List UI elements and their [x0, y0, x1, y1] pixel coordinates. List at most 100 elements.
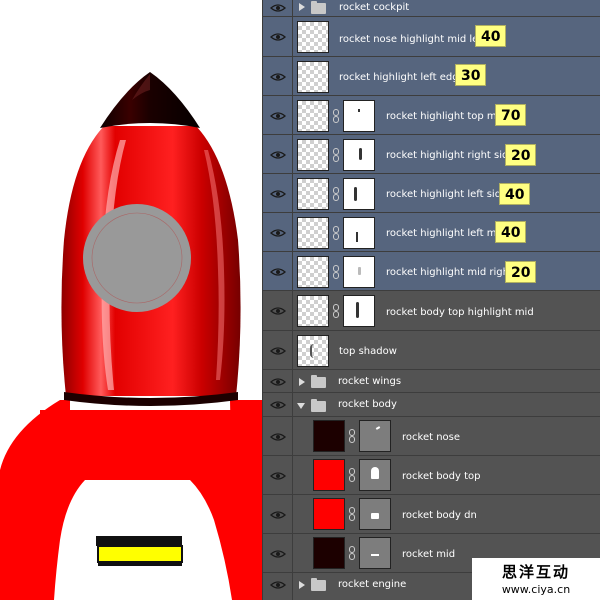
eye-icon[interactable]: [270, 471, 286, 481]
eye-icon[interactable]: [270, 346, 286, 356]
layers-panel: rocket cockpit rocket nose highlight mid…: [262, 0, 600, 600]
layer-name: rocket cockpit: [339, 2, 410, 13]
opacity-note-badge: 20: [505, 261, 537, 283]
link-chain-icon[interactable]: [333, 265, 339, 279]
layer-name: rocket engine: [338, 579, 407, 590]
layer-rocket-highlight-left-edge[interactable]: rocket highlight left edge 30: [263, 57, 600, 96]
layer-name: rocket body top highlight mid: [386, 307, 534, 318]
link-chain-icon[interactable]: [333, 187, 339, 201]
layer-rocket-highlight-mid-right[interactable]: rocket highlight mid right 20: [263, 252, 600, 291]
layer-thumbnail: [297, 21, 329, 53]
layer-name: rocket highlight left side: [386, 189, 508, 200]
eye-icon[interactable]: [270, 400, 286, 410]
eye-icon[interactable]: [270, 580, 286, 590]
vector-mask-thumbnail[interactable]: [359, 459, 391, 491]
folder-icon: [311, 1, 326, 14]
opacity-note-badge: 40: [475, 25, 507, 47]
eye-icon[interactable]: [270, 111, 286, 121]
layer-group-rocket-body[interactable]: rocket body: [263, 393, 600, 417]
layer-rocket-highlight-right-side[interactable]: rocket highlight right side 20: [263, 135, 600, 174]
link-chain-icon[interactable]: [333, 109, 339, 123]
link-chain-icon[interactable]: [349, 468, 355, 482]
eye-icon[interactable]: [270, 228, 286, 238]
eye-icon[interactable]: [270, 189, 286, 199]
collapse-arrow-icon[interactable]: [297, 403, 305, 409]
layer-rocket-highlight-left-mid[interactable]: rocket highlight left mid 40: [263, 213, 600, 252]
layer-name: rocket highlight left mid: [386, 228, 506, 239]
folder-icon: [311, 578, 326, 591]
rocket-cockpit-window: [83, 204, 191, 312]
eye-icon[interactable]: [270, 432, 286, 442]
layer-name: rocket body top: [402, 471, 481, 482]
link-chain-icon[interactable]: [349, 429, 355, 443]
layer-rocket-body-top-highlight-mid[interactable]: rocket body top highlight mid: [263, 291, 600, 331]
vector-mask-thumbnail[interactable]: [359, 537, 391, 569]
layer-rocket-body-dn[interactable]: rocket body dn: [263, 495, 600, 534]
link-chain-icon[interactable]: [349, 546, 355, 560]
layer-thumbnail: [297, 295, 329, 327]
link-chain-icon[interactable]: [349, 507, 355, 521]
layer-name: rocket highlight top mid: [386, 111, 506, 122]
layer-name: rocket nose: [402, 432, 461, 443]
eye-icon[interactable]: [270, 267, 286, 277]
layer-mask-thumbnail[interactable]: [343, 217, 375, 249]
layer-thumbnail: [297, 178, 329, 210]
eye-icon[interactable]: [270, 150, 286, 160]
fill-color-swatch[interactable]: [313, 498, 345, 530]
link-chain-icon[interactable]: [333, 304, 339, 318]
eye-icon[interactable]: [270, 377, 286, 387]
layer-mask-thumbnail[interactable]: [343, 295, 375, 327]
eye-icon[interactable]: [270, 549, 286, 559]
layer-name: rocket wings: [338, 376, 402, 387]
expand-arrow-icon[interactable]: [299, 581, 305, 589]
layer-name: rocket body: [338, 399, 397, 410]
opacity-note-badge: 70: [495, 104, 527, 126]
rocket-artwork: [0, 72, 262, 600]
eye-icon[interactable]: [270, 3, 286, 13]
layer-group-rocket-cockpit[interactable]: rocket cockpit: [263, 0, 600, 17]
layer-mask-thumbnail[interactable]: [343, 100, 375, 132]
layer-rocket-nose-highlight-mid-left[interactable]: rocket nose highlight mid left 40: [263, 17, 600, 57]
layer-mask-thumbnail[interactable]: [343, 139, 375, 171]
layer-name: top shadow: [339, 346, 397, 357]
folder-icon: [311, 375, 326, 388]
document-canvas[interactable]: [0, 0, 262, 600]
layer-thumbnail: [297, 335, 329, 367]
watermark-chinese: 思洋互动: [501, 563, 570, 581]
layer-rocket-highlight-left-side[interactable]: rocket highlight left side 40: [263, 174, 600, 213]
watermark-url: www.ciya.cn: [501, 583, 571, 596]
layer-group-rocket-wings[interactable]: rocket wings: [263, 370, 600, 393]
opacity-note-badge: 30: [455, 64, 487, 86]
layer-top-shadow[interactable]: top shadow: [263, 331, 600, 370]
layer-thumbnail: [297, 61, 329, 93]
layer-thumbnail: [297, 100, 329, 132]
layer-thumbnail: [297, 256, 329, 288]
layer-rocket-highlight-top-mid[interactable]: rocket highlight top mid 70: [263, 96, 600, 135]
eye-icon[interactable]: [270, 510, 286, 520]
layer-rocket-nose[interactable]: rocket nose: [263, 417, 600, 456]
layer-thumbnail: [297, 139, 329, 171]
opacity-note-badge: 40: [499, 183, 531, 205]
link-chain-icon[interactable]: [333, 148, 339, 162]
link-chain-icon[interactable]: [333, 226, 339, 240]
vector-mask-thumbnail[interactable]: [359, 420, 391, 452]
folder-open-icon: [311, 399, 326, 412]
vector-mask-thumbnail[interactable]: [359, 498, 391, 530]
eye-icon[interactable]: [270, 32, 286, 42]
fill-color-swatch[interactable]: [313, 459, 345, 491]
layer-thumbnail: [297, 217, 329, 249]
layer-name: rocket body dn: [402, 510, 477, 521]
layer-name: rocket highlight right side: [386, 150, 515, 161]
fill-color-swatch[interactable]: [313, 537, 345, 569]
expand-arrow-icon[interactable]: [299, 378, 305, 386]
layer-rocket-body-top[interactable]: rocket body top: [263, 456, 600, 495]
expand-arrow-icon[interactable]: [299, 3, 305, 11]
site-watermark: 思洋互动 www.ciya.cn: [472, 558, 600, 600]
eye-icon[interactable]: [270, 306, 286, 316]
layer-mask-thumbnail[interactable]: [343, 256, 375, 288]
fill-color-swatch[interactable]: [313, 420, 345, 452]
opacity-note-badge: 20: [505, 144, 537, 166]
layer-mask-thumbnail[interactable]: [343, 178, 375, 210]
eye-icon[interactable]: [270, 72, 286, 82]
layer-name: rocket highlight left edge: [339, 72, 465, 83]
